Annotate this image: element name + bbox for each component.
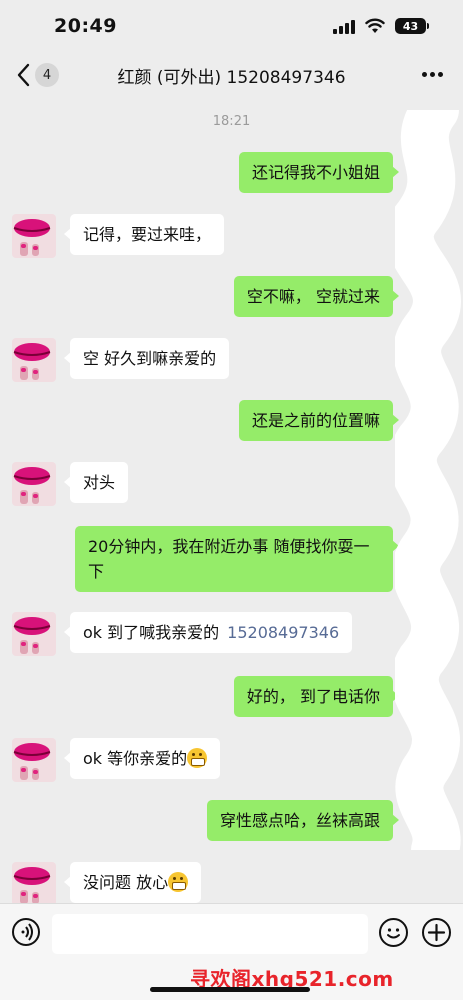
battery-icon: 43 (395, 18, 426, 34)
wifi-icon (365, 18, 385, 33)
message-bubble-received[interactable]: 对头 (63, 462, 129, 503)
avatar[interactable] (12, 738, 56, 782)
status-time: 20:49 (54, 15, 117, 37)
message-bubble-sent[interactable]: 穿性感点哈，丝袜高跟 (206, 800, 400, 841)
message-bubble-sent[interactable]: 20分钟内，我在附近办事 随便找你耍一下 (75, 526, 399, 592)
message-input[interactable] (52, 914, 368, 954)
chat-header: 4 红颜 (可外出) 15208497346 (0, 52, 463, 98)
avatar[interactable] (12, 338, 56, 382)
avatar[interactable] (12, 214, 56, 258)
chat-area[interactable]: 18:21 还记得我不小姐姐 记得，要过来哇， 空不嘛， 空就过来 空 好久到嘛… (0, 98, 463, 903)
more-icon[interactable] (420, 72, 444, 78)
grin-emoji-icon (187, 748, 208, 768)
status-bar: 20:49 43 (0, 0, 463, 52)
message-bubble-received[interactable]: 没问题 放心 (63, 862, 202, 903)
plus-icon[interactable] (422, 918, 451, 947)
message-timestamp: 18:21 (212, 114, 251, 129)
message-bubble-sent[interactable]: 空不嘛， 空就过来 (233, 276, 400, 317)
phone-number-link[interactable]: 15208497346 (227, 623, 339, 642)
avatar[interactable] (12, 462, 56, 506)
avatar[interactable] (12, 862, 56, 903)
emoji-icon[interactable] (379, 918, 408, 947)
grin-emoji-icon (168, 872, 189, 892)
message-bubble-received[interactable]: ok 等你亲爱的 (63, 738, 221, 779)
chat-title: 红颜 (可外出) 15208497346 (117, 68, 346, 88)
message-bubble-received[interactable]: ok 到了喊我亲爱的 15208497346 (63, 612, 353, 653)
message-bubble-sent[interactable]: 还记得我不小姐姐 (238, 152, 400, 193)
battery-tip (427, 23, 429, 29)
bottom-area: 寻欢阁xhg521.com (0, 963, 463, 1000)
input-bar (0, 903, 463, 963)
message-bubble-received[interactable]: 空 好久到嘛亲爱的 (63, 338, 230, 379)
voice-icon[interactable] (12, 918, 40, 946)
home-indicator[interactable] (150, 987, 310, 992)
signal-icon (333, 20, 355, 34)
avatar[interactable] (12, 612, 56, 656)
message-bubble-sent[interactable]: 好的， 到了电话你 (233, 676, 400, 717)
message-bubble-sent[interactable]: 还是之前的位置嘛 (238, 400, 400, 441)
message-bubble-received[interactable]: 记得，要过来哇， (63, 214, 225, 255)
